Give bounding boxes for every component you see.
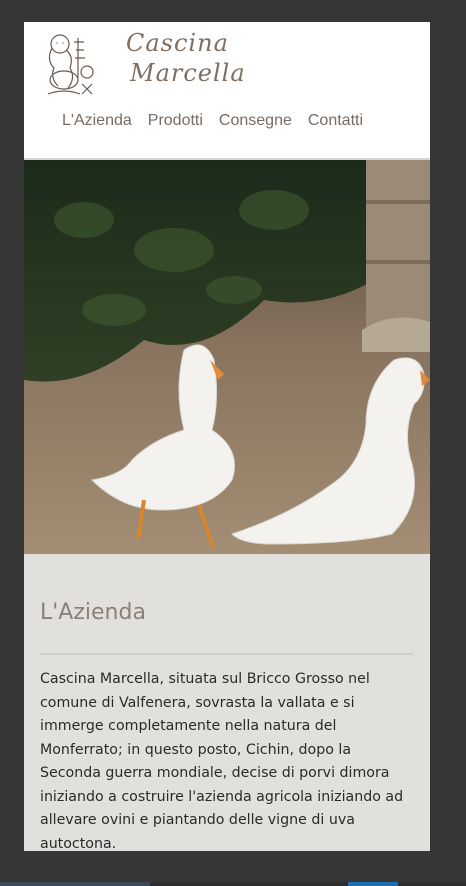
content-section: L'Azienda Cascina Marcella, situata sul … <box>24 554 430 851</box>
section-body: Cascina Marcella, situata sul Bricco Gro… <box>40 671 404 851</box>
site-header: Cascina Marcella L'Azienda Prodotti Cons… <box>24 22 430 158</box>
brand-line-2: Marcella <box>130 59 246 87</box>
brand-wordmark[interactable]: Cascina Marcella <box>126 28 246 88</box>
taskbar-segment-active <box>348 882 398 886</box>
nav-link-consegne[interactable]: Consegne <box>219 112 292 130</box>
taskbar-strip <box>0 882 466 886</box>
farm-logo-illustration[interactable] <box>40 28 100 100</box>
nav-link-prodotti[interactable]: Prodotti <box>148 112 203 130</box>
section-divider <box>40 653 413 655</box>
taskbar-segment <box>0 882 150 886</box>
section-title: L'Azienda <box>40 600 146 625</box>
main-nav: L'Azienda Prodotti Consegne Contatti <box>62 112 363 130</box>
page-card: Cascina Marcella L'Azienda Prodotti Cons… <box>24 22 430 851</box>
hero-image-geese <box>24 160 430 554</box>
nav-link-azienda[interactable]: L'Azienda <box>62 112 132 130</box>
brand-line-1: Cascina <box>126 29 229 57</box>
nav-link-contatti[interactable]: Contatti <box>308 112 363 130</box>
